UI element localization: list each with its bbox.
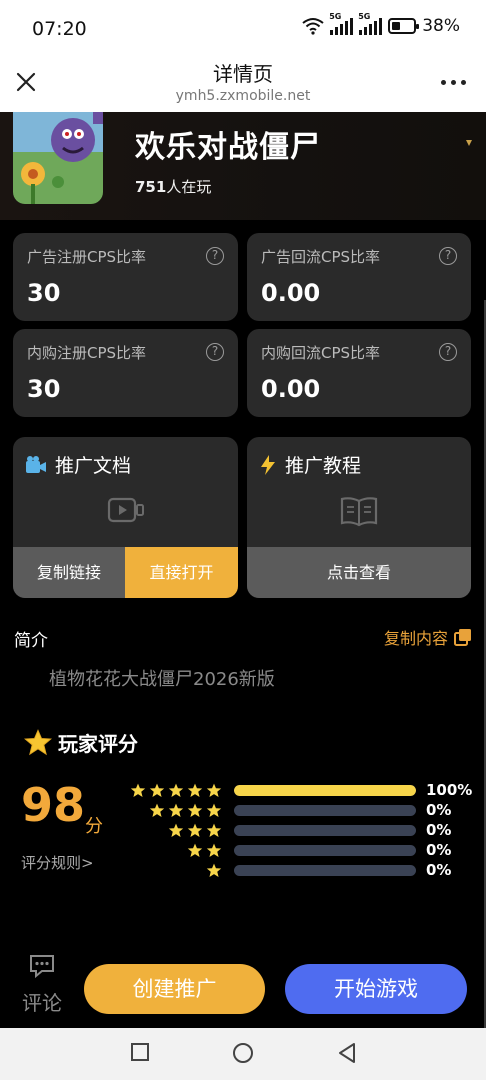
comment-button[interactable]: 评论 <box>18 953 66 1016</box>
stat-label: 内购回流CPS比率 <box>261 344 381 362</box>
game-players: 751人在玩 <box>135 176 211 197</box>
rating-title: 玩家评分 <box>24 728 138 757</box>
star-icon <box>187 843 203 862</box>
star-icon <box>168 823 184 842</box>
wifi-icon <box>302 18 324 35</box>
game-name: 欢乐对战僵尸 <box>135 130 321 165</box>
more-icon[interactable] <box>441 80 466 85</box>
rating-rules-link[interactable]: 评分规则> <box>21 852 94 873</box>
star-icon <box>187 783 203 802</box>
stat-card-ad-return: 广告回流CPS比率 ? 0.00 <box>247 233 471 321</box>
star-icon <box>206 803 222 822</box>
rating-bar-fill <box>234 785 416 796</box>
star-icon <box>206 863 222 882</box>
help-icon[interactable]: ? <box>206 247 224 265</box>
rating-unit: 分 <box>85 816 103 837</box>
game-thumbnail <box>13 112 103 204</box>
star-icon <box>168 783 184 802</box>
star-icon <box>168 803 184 822</box>
star-icon <box>206 823 222 842</box>
stat-value: 0.00 <box>261 279 321 307</box>
rating-bar <box>234 825 416 836</box>
status-time: 07:20 <box>32 18 87 40</box>
help-icon[interactable]: ? <box>206 343 224 361</box>
create-promotion-button[interactable]: 创建推广 <box>84 964 265 1014</box>
star-icon <box>206 843 222 862</box>
rating-bar <box>234 865 416 876</box>
battery-icon <box>388 18 420 34</box>
view-tutorial-button[interactable]: 点击查看 <box>247 547 471 598</box>
rating-percent: 0% <box>426 821 452 839</box>
stat-value: 0.00 <box>261 375 321 403</box>
stat-card-iap-register: 内购注册CPS比率 ? 30 <box>13 329 238 417</box>
rating-stars-5 <box>128 783 222 802</box>
page-title: 详情页 <box>213 62 273 86</box>
rating-percent: 0% <box>426 801 452 819</box>
intro-text: 植物花花大战僵尸2026新版 <box>49 669 275 690</box>
star-icon <box>149 803 165 822</box>
promo-tutorial-title: 推广教程 <box>259 451 361 478</box>
star-icon <box>206 783 222 802</box>
system-navigation <box>0 1028 486 1080</box>
star-icon <box>24 729 52 756</box>
rating-bar <box>234 785 416 796</box>
intro-label: 简介 <box>14 631 48 651</box>
status-indicators: 5G 5G 38% <box>302 12 460 36</box>
battery-percent: 38% <box>422 16 460 36</box>
page-url: ymh5.zxmobile.net <box>175 88 311 104</box>
help-icon[interactable]: ? <box>439 343 457 361</box>
status-bar: 07:20 5G 5G 38% <box>0 0 486 58</box>
promo-doc-card: 推广文档 复制链接 直接打开 <box>13 437 238 598</box>
rating-percent: 0% <box>426 841 452 859</box>
back-icon[interactable] <box>337 1042 357 1064</box>
signal-icon: 5G <box>329 12 354 35</box>
game-header: 欢乐对战僵尸 751人在玩 <box>0 112 486 220</box>
rating-stars-3 <box>128 823 222 842</box>
copy-link-button[interactable]: 复制链接 <box>13 547 125 598</box>
star-icon <box>187 823 203 842</box>
stat-label: 广告回流CPS比率 <box>261 248 381 266</box>
lightning-icon <box>261 454 275 475</box>
video-icon <box>107 497 144 523</box>
star-icon <box>149 783 165 802</box>
start-game-button[interactable]: 开始游戏 <box>285 964 467 1014</box>
copy-content-button[interactable]: 复制内容 <box>384 625 472 649</box>
home-icon[interactable] <box>232 1042 254 1064</box>
players-count: 751 <box>135 178 167 196</box>
rating-score: 98 <box>21 778 86 832</box>
stat-card-ad-register: 广告注册CPS比率 ? 30 <box>13 233 238 321</box>
players-suffix: 人在玩 <box>166 178 212 196</box>
rating-bar <box>234 805 416 816</box>
rating-stars-2 <box>128 843 222 862</box>
copy-icon <box>454 629 471 646</box>
book-icon <box>340 497 378 527</box>
rating-percent: 100% <box>426 781 473 799</box>
recents-icon[interactable] <box>130 1042 150 1062</box>
help-icon[interactable]: ? <box>439 247 457 265</box>
stat-value: 30 <box>27 279 61 307</box>
caret-icon <box>466 140 472 146</box>
promo-doc-title: 推广文档 <box>25 451 131 478</box>
stat-value: 30 <box>27 375 61 403</box>
signal-icon: 5G <box>358 12 383 35</box>
rating-stars-1 <box>128 863 222 882</box>
stat-label: 内购注册CPS比率 <box>27 344 147 362</box>
comment-icon <box>30 955 54 979</box>
rating-percent: 0% <box>426 861 452 879</box>
open-direct-button[interactable]: 直接打开 <box>125 547 238 598</box>
stat-label: 广告注册CPS比率 <box>27 248 147 266</box>
rating-stars-4 <box>128 803 222 822</box>
stat-card-iap-return: 内购回流CPS比率 ? 0.00 <box>247 329 471 417</box>
video-camera-icon <box>26 455 46 473</box>
rating-bar <box>234 845 416 856</box>
browser-header: 详情页 ymh5.zxmobile.net <box>0 58 486 112</box>
star-icon <box>187 803 203 822</box>
promo-tutorial-card: 推广教程 点击查看 <box>247 437 471 598</box>
star-icon <box>130 783 146 802</box>
